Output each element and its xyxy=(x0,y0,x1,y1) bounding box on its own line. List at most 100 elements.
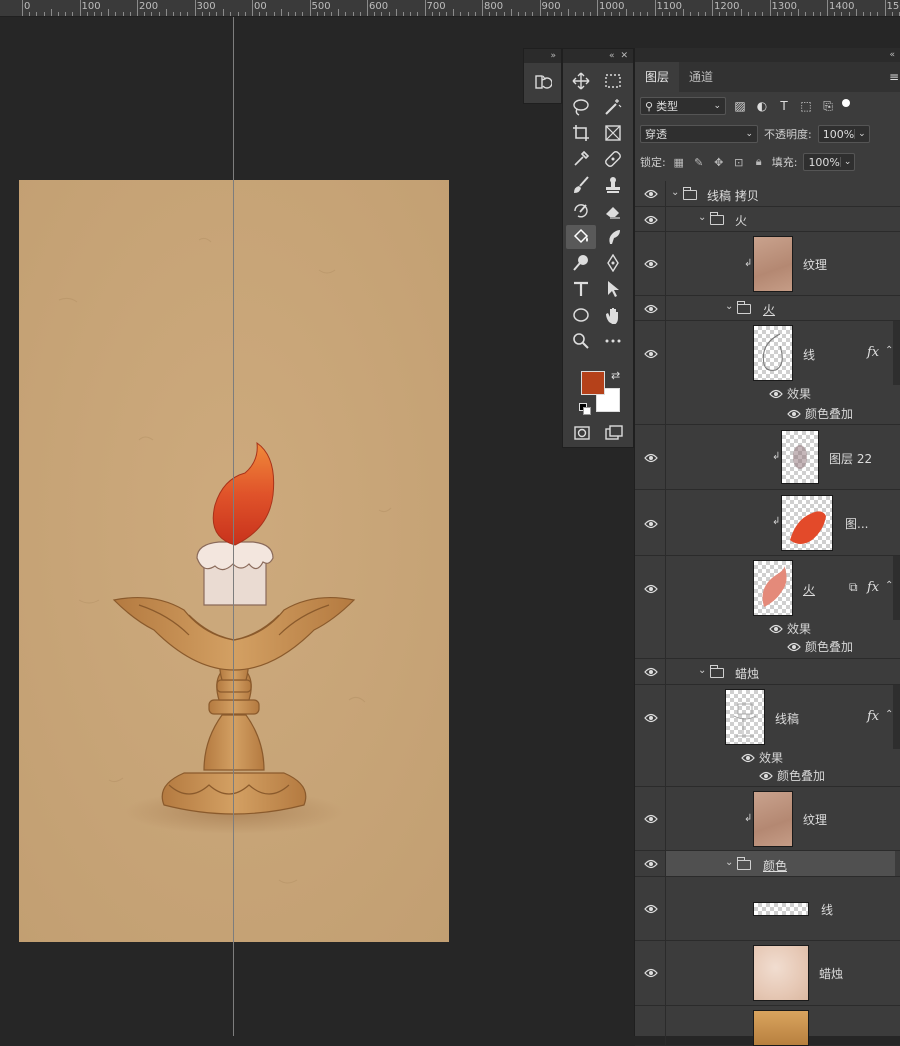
pen-icon[interactable] xyxy=(598,251,628,275)
lasso-icon[interactable] xyxy=(566,95,596,119)
effects-row[interactable]: 效果 xyxy=(741,749,783,766)
scrollbar-thumb[interactable] xyxy=(893,556,900,620)
lock-all-icon[interactable]: 🔒︎ xyxy=(752,155,766,169)
visibility-eye-icon[interactable] xyxy=(643,258,659,270)
layer-row[interactable] xyxy=(635,1006,900,1046)
crop-icon[interactable] xyxy=(566,121,596,145)
layer-filter-select[interactable]: ⚲ 类型 ⌄ xyxy=(640,97,726,115)
scrollbar-thumb[interactable] xyxy=(893,685,900,749)
layers-panel-header[interactable]: « xyxy=(635,48,900,62)
eyedropper-icon[interactable] xyxy=(566,147,596,171)
shape-filter-icon[interactable]: ⬚ xyxy=(798,99,814,113)
scrollbar-thumb[interactable] xyxy=(893,321,900,385)
layer-row[interactable]: 蜡烛 xyxy=(635,941,900,1006)
visibility-eye-icon[interactable] xyxy=(643,858,659,870)
layer-group-selected[interactable]: ⌄ 颜色 xyxy=(635,851,900,877)
ellipse-icon[interactable] xyxy=(566,303,596,327)
layer-row[interactable]: ↲ 图层 22 xyxy=(635,425,900,490)
tab-layers[interactable]: 图层 xyxy=(635,62,679,92)
color-overlay-effect-row[interactable]: 颜色叠加 xyxy=(759,767,825,784)
visibility-eye-icon[interactable] xyxy=(643,303,659,315)
fill-input[interactable]: 100% ⌄ xyxy=(803,153,855,171)
document-canvas[interactable] xyxy=(19,180,449,942)
image-filter-icon[interactable]: ▨ xyxy=(732,99,748,113)
opacity-input[interactable]: 100% ⌄ xyxy=(818,125,870,143)
visibility-eye-icon[interactable] xyxy=(787,642,801,652)
layer-row[interactable]: ↲ 纹理 xyxy=(635,787,900,851)
visibility-eye-icon[interactable] xyxy=(769,624,783,634)
layer-row[interactable]: 线 xyxy=(635,877,900,941)
stamp-icon[interactable] xyxy=(598,173,628,197)
visibility-eye-icon[interactable] xyxy=(759,771,773,781)
vertical-guide[interactable] xyxy=(233,17,234,1036)
layer-group[interactable]: ⌄ 火 xyxy=(635,207,900,232)
chevron-down-icon[interactable]: ⌄ xyxy=(725,857,733,868)
tools-panel-header[interactable]: «✕ xyxy=(563,49,633,63)
hand-icon[interactable] xyxy=(598,303,628,327)
default-colors-icon[interactable] xyxy=(579,403,589,413)
layer-row[interactable]: 火 ⧉ fx ⌃ 效果 颜色叠加 xyxy=(635,556,900,659)
visibility-eye-icon[interactable] xyxy=(643,967,659,979)
visibility-eye-icon[interactable] xyxy=(643,903,659,915)
lock-transparency-icon[interactable]: ▦ xyxy=(672,155,686,169)
layer-row[interactable]: ↲ 纹理 xyxy=(635,232,900,296)
lock-artboard-icon[interactable]: ⊡ xyxy=(732,155,746,169)
visibility-eye-icon[interactable] xyxy=(643,452,659,464)
layer-group[interactable]: ⌄ 线稿 拷贝 xyxy=(635,181,900,207)
adjustment-filter-icon[interactable]: ◐ xyxy=(754,99,770,113)
magic-wand-icon[interactable] xyxy=(598,95,628,119)
layer-group[interactable]: ⌄ 火 xyxy=(635,296,900,321)
type-icon[interactable] xyxy=(566,277,596,301)
collapse-handle[interactable]: » xyxy=(524,49,561,63)
close-icon[interactable]: ✕ xyxy=(620,51,628,61)
visibility-eye-icon[interactable] xyxy=(643,348,659,360)
marquee-icon[interactable] xyxy=(598,69,628,93)
panel-menu-icon[interactable]: ≡ xyxy=(889,62,900,92)
chevron-down-icon[interactable]: ⌄ xyxy=(725,301,733,312)
path-select-icon[interactable] xyxy=(598,277,628,301)
frame-icon[interactable] xyxy=(598,121,628,145)
eraser-icon[interactable] xyxy=(598,199,628,223)
layer-row[interactable]: ↲ 图... xyxy=(635,490,900,556)
visibility-eye-icon[interactable] xyxy=(643,583,659,595)
color-overlay-effect-row[interactable]: 颜色叠加 xyxy=(787,405,853,422)
collapse-icon[interactable]: « xyxy=(889,50,895,60)
collapse-icon[interactable]: « xyxy=(609,51,615,61)
chevron-down-icon[interactable]: ⌄ xyxy=(671,187,679,198)
smart-object-filter-icon[interactable]: ⎘ xyxy=(820,99,836,113)
horizontal-ruler[interactable]: 0100200300005006007008009001000110012001… xyxy=(0,0,900,17)
effects-row[interactable]: 效果 xyxy=(769,385,811,402)
visibility-eye-icon[interactable] xyxy=(643,214,659,226)
layer-row[interactable]: 线 fx ⌃ 效果 颜色叠加 xyxy=(635,321,900,425)
layer-group[interactable]: ⌄ 蜡烛 xyxy=(635,659,900,685)
move-icon[interactable] xyxy=(566,69,596,93)
foreground-color-swatch[interactable] xyxy=(581,371,605,395)
visibility-eye-icon[interactable] xyxy=(643,666,659,678)
smudge-icon[interactable] xyxy=(598,225,628,249)
history-panel-collapsed[interactable]: » xyxy=(523,48,562,104)
blend-mode-select[interactable]: 穿透 ⌄ xyxy=(640,125,758,143)
visibility-eye-icon[interactable] xyxy=(643,188,659,200)
visibility-eye-icon[interactable] xyxy=(741,753,755,763)
more-icon[interactable] xyxy=(598,329,628,353)
layer-effects-icon[interactable]: fx xyxy=(867,709,879,724)
visibility-eye-icon[interactable] xyxy=(769,389,783,399)
chevron-down-icon[interactable]: ⌄ xyxy=(698,212,706,223)
swap-colors-icon[interactable]: ⇄ xyxy=(611,369,620,382)
chevron-down-icon[interactable]: ⌄ xyxy=(840,157,855,167)
lock-pixels-icon[interactable]: ✎ xyxy=(692,155,706,169)
chevron-down-icon[interactable]: ⌄ xyxy=(854,129,869,139)
brush-icon[interactable] xyxy=(566,173,596,197)
chevron-down-icon[interactable]: ⌄ xyxy=(698,665,706,676)
layer-effects-icon[interactable]: fx xyxy=(867,580,879,595)
visibility-eye-icon[interactable] xyxy=(643,712,659,724)
healing-brush-icon[interactable] xyxy=(598,147,628,171)
quick-mask-icon[interactable] xyxy=(567,421,597,445)
layer-effects-icon[interactable]: fx xyxy=(867,345,879,360)
color-overlay-effect-row[interactable]: 颜色叠加 xyxy=(787,638,853,655)
screen-mode-icon[interactable] xyxy=(599,421,629,445)
tab-channels[interactable]: 通道 xyxy=(679,62,723,92)
lock-position-icon[interactable]: ✥ xyxy=(712,155,726,169)
visibility-eye-icon[interactable] xyxy=(643,813,659,825)
history-brush-icon[interactable] xyxy=(566,199,596,223)
